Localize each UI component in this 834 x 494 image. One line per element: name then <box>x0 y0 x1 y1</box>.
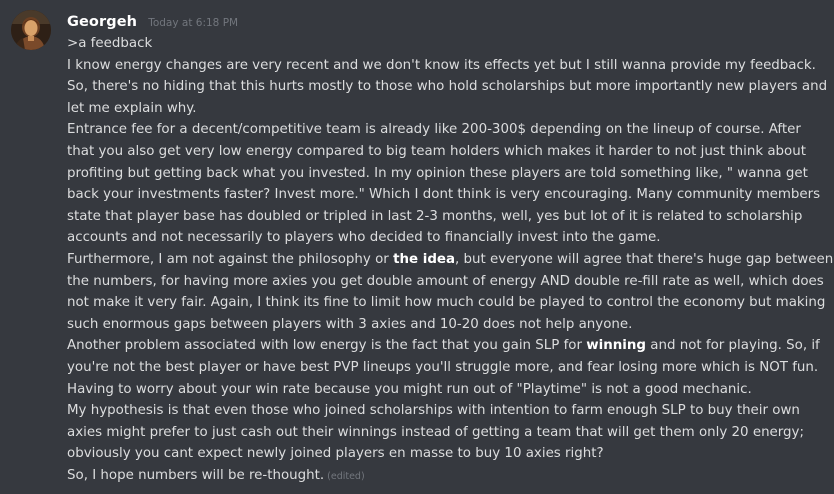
message-line: My hypothesis is that even those who joi… <box>67 400 827 422</box>
text-segment: back your investments faster? Invest mor… <box>67 187 821 203</box>
message-line: such enormous gaps between players with … <box>67 314 827 336</box>
text-segment: Entrance fee for a decent/competitive te… <box>67 122 801 138</box>
message-line: Another problem associated with low ener… <box>67 335 827 357</box>
text-segment: profiting but getting back what you inve… <box>67 165 808 181</box>
message-line: Entrance fee for a decent/competitive te… <box>67 119 827 141</box>
username[interactable]: Georgeh <box>67 14 137 30</box>
message-line: profiting but getting back what you inve… <box>67 163 827 185</box>
timestamp[interactable]: Today at 6:18 PM <box>148 17 238 29</box>
message-line: the numbers, for having more axies you g… <box>67 271 827 293</box>
message-line: I know energy changes are very recent an… <box>67 55 827 77</box>
bold-text: the idea <box>393 251 456 267</box>
text-segment: Another problem associated with low ener… <box>67 338 587 354</box>
message-line: not make it very fair. Again, I think it… <box>67 292 827 314</box>
message-line: So, I hope numbers will be re-thought. (e… <box>67 465 827 487</box>
message-line: you're not the best player or have best … <box>67 357 827 379</box>
message-line: So, there's no hiding that this hurts mo… <box>67 76 827 98</box>
message-line: axies might prefer to just cash out thei… <box>67 422 827 444</box>
edited-indicator[interactable]: (edited) <box>327 471 365 482</box>
avatar[interactable] <box>11 10 51 50</box>
text-segment: Having to worry about your win rate beca… <box>67 381 752 397</box>
message-line: state that player base has doubled or tr… <box>67 206 827 228</box>
text-segment: , but everyone will agree that there's h… <box>455 251 834 267</box>
text-segment: accounts and not necessarily to players … <box>67 230 661 246</box>
text-segment: state that player base has doubled or tr… <box>67 208 803 224</box>
text-segment: that you also get very low energy compar… <box>67 143 806 159</box>
text-segment: you're not the best player or have best … <box>67 359 819 375</box>
text-segment: let me explain why. <box>67 100 197 116</box>
text-segment: I know energy changes are very recent an… <box>67 57 816 73</box>
chat-message: Georgeh Today at 6:18 PM >a feedback I k… <box>0 0 834 494</box>
text-segment: and not for playing. So, if <box>646 338 820 354</box>
bold-text: winning <box>586 338 646 354</box>
text-segment: such enormous gaps between players with … <box>67 316 633 332</box>
message-content: >a feedback I know energy changes are ve… <box>67 33 833 487</box>
text-segment: obviously you cant expect newly joined p… <box>67 446 604 462</box>
message-line: obviously you cant expect newly joined p… <box>67 443 827 465</box>
message-header: Georgeh Today at 6:18 PM <box>67 11 238 31</box>
message-line: Furthermore, I am not against the philos… <box>67 249 833 271</box>
text-segment: not make it very fair. Again, I think it… <box>67 295 826 311</box>
text-segment: Furthermore, I am not against the philos… <box>67 251 394 267</box>
message-line: Having to worry about your win rate beca… <box>67 379 827 401</box>
text-segment: My hypothesis is that even those who joi… <box>67 403 800 419</box>
text-segment: So, I hope numbers will be re-thought. <box>67 467 325 483</box>
message-line: that you also get very low energy compar… <box>67 141 827 163</box>
text-segment: >a feedback <box>67 36 153 51</box>
message-line: >a feedback <box>67 33 827 55</box>
message-line: back your investments faster? Invest mor… <box>67 184 827 206</box>
text-segment: So, there's no hiding that this hurts mo… <box>67 79 828 95</box>
message-line: accounts and not necessarily to players … <box>67 227 827 249</box>
text-segment: the numbers, for having more axies you g… <box>67 273 824 289</box>
text-segment: axies might prefer to just cash out thei… <box>67 424 804 440</box>
message-line: let me explain why. <box>67 98 827 120</box>
